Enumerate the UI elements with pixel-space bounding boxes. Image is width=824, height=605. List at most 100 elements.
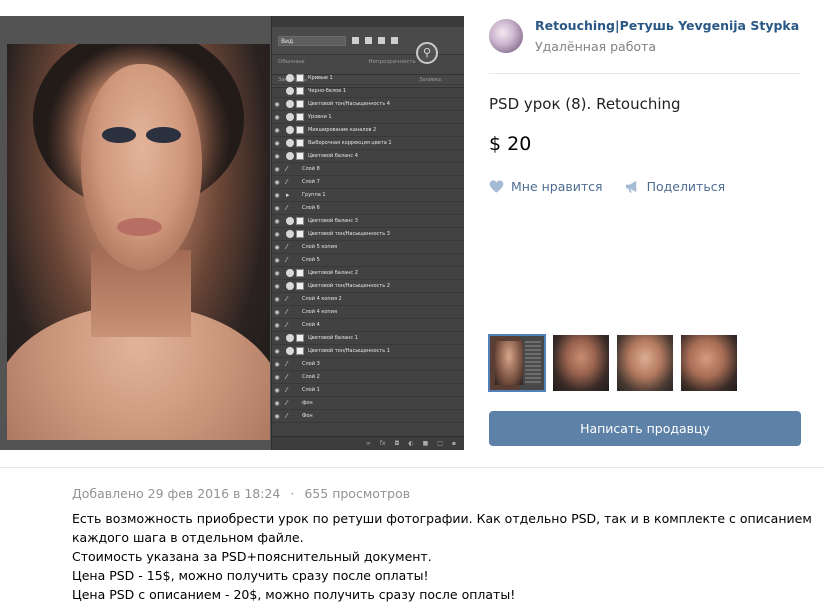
ps-layer-row: ◉ Цветовой баланс 1 — [272, 332, 464, 345]
visibility-eye-icon: ◉ — [274, 191, 280, 199]
ps-layer-name: Фон — [302, 413, 313, 419]
layer-mask-thumbnail — [296, 126, 304, 134]
photoshop-layers-panel: Вид Обычные Непрозрачность Закрепить: За… — [271, 16, 464, 450]
layer-mask-thumbnail — [296, 100, 304, 108]
folder-icon: ▸ — [286, 191, 290, 199]
ps-layer-name: Микширование каналов 2 — [308, 127, 377, 133]
visibility-eye-icon: ◉ — [274, 178, 280, 186]
visibility-eye-icon: ◉ — [274, 113, 280, 121]
ps-layer-name: Слой 4 — [302, 322, 320, 328]
share-label: Поделиться — [646, 179, 726, 194]
adjustment-layer-icon — [286, 217, 294, 225]
brush-icon: ⁄ — [286, 256, 288, 264]
ps-filter-icon — [365, 37, 372, 44]
share-button[interactable]: Поделиться — [625, 179, 726, 194]
ps-layer-name: Слой 7 — [302, 179, 320, 185]
ps-layer-row: ◉ ⁄ Слой 6 — [272, 202, 464, 215]
ps-layer-row: ◉ Цветовой баланс 2 — [272, 267, 464, 280]
ps-layer-name: Цветовой баланс 3 — [308, 218, 358, 224]
mask-icon: ◘ — [394, 440, 400, 447]
ps-layer-row: ◉ ⁄ Слой 5 — [272, 254, 464, 267]
layer-mask-thumbnail — [296, 282, 304, 290]
visibility-eye-icon: ◉ — [274, 204, 280, 212]
ps-layer-name: Цветовой баланс 1 — [308, 335, 358, 341]
adjustment-icon: ◐ — [408, 440, 414, 447]
ps-layer-name: Группа 1 — [302, 192, 326, 198]
layer-mask-thumbnail — [296, 87, 304, 95]
ps-layer-row: ◉ Цветовой тон/Насыщенность 2 — [272, 280, 464, 293]
ps-layer-row: ◉ ⁄ Слой 4 — [272, 319, 464, 332]
product-title: PSD урок (8). Retouching — [489, 95, 681, 113]
added-date: Добавлено 29 фев 2016 в 18:24 — [72, 486, 281, 501]
ps-layer-name: Слой 5 копия — [302, 244, 337, 250]
ps-layer-name: Цветовой тон/Насыщенность 2 — [308, 283, 390, 289]
seller-avatar[interactable] — [489, 19, 523, 53]
ps-layer-name: Цветовой тон/Насыщенность 4 — [308, 101, 390, 107]
adjustment-layer-icon — [286, 152, 294, 160]
ps-layer-name: Слой 6 — [302, 205, 320, 211]
thumbnail-portrait-3[interactable] — [681, 335, 737, 391]
ps-layer-name: Кривые 1 — [308, 75, 333, 81]
link-icon: ∞ — [365, 440, 371, 447]
ps-layer-row: ◉ ⁄ Слой 4 копия — [272, 306, 464, 319]
ps-opacity-label: Непрозрачность — [368, 59, 416, 65]
ps-layer-row: ◉ ▸ Группа 1 — [272, 189, 464, 202]
adjustment-layer-icon — [286, 126, 294, 134]
seller-name-link[interactable]: Retouching|Ретушь Yevgenija Stypka — [535, 18, 799, 33]
adjustment-layer-icon — [286, 139, 294, 147]
visibility-eye-icon: ◉ — [274, 256, 280, 264]
ps-layer-name: Слой 1 — [302, 387, 320, 393]
brush-icon: ⁄ — [286, 412, 288, 420]
ps-layer-name: Уровни 1 — [308, 114, 332, 120]
fx-icon: fx — [379, 440, 386, 447]
visibility-eye-icon: ◉ — [274, 334, 280, 342]
ps-layer-row: ◉ ⁄ Слой 7 — [272, 176, 464, 189]
ps-layer-row: ◉ Уровни 1 — [272, 111, 464, 124]
visibility-eye-icon: ◉ — [274, 321, 280, 329]
visibility-eye-icon: ◉ — [274, 412, 280, 420]
layer-mask-thumbnail — [296, 334, 304, 342]
meta-separator: · — [290, 486, 295, 501]
ps-kind-select: Вид — [278, 35, 346, 46]
layer-mask-thumbnail — [296, 74, 304, 82]
visibility-eye-icon: ◉ — [274, 269, 280, 277]
seller-subtitle: Удалённая работа — [535, 39, 656, 54]
brush-icon: ⁄ — [286, 308, 288, 316]
product-image-preview[interactable]: Вид Обычные Непрозрачность Закрепить: За… — [0, 0, 464, 463]
ps-filter-icon — [391, 37, 398, 44]
brush-icon: ⁄ — [286, 178, 288, 186]
adjustment-layer-icon — [286, 334, 294, 342]
brush-icon: ⁄ — [286, 373, 288, 381]
adjustment-layer-icon — [286, 230, 294, 238]
photo-eye — [101, 127, 136, 143]
zoom-icon[interactable]: ⚲ — [416, 42, 438, 64]
description-line: каждого шага в отдельном файле. — [72, 530, 304, 545]
divider — [0, 467, 824, 468]
thumbnail-portrait-1[interactable] — [553, 335, 609, 391]
thumbnail-layers — [525, 341, 541, 385]
visibility-eye-icon: ◉ — [274, 217, 280, 225]
like-button[interactable]: Мне нравится — [489, 179, 603, 194]
ps-filter-icon — [378, 37, 385, 44]
brush-icon: ⁄ — [286, 360, 288, 368]
thumbnail-portrait-2[interactable] — [617, 335, 673, 391]
write-seller-button[interactable]: Написать продавцу — [489, 411, 801, 446]
layer-mask-thumbnail — [296, 152, 304, 160]
ps-layer-name: Цветовой баланс 4 — [308, 153, 358, 159]
layer-mask-thumbnail — [296, 113, 304, 121]
product-actions: Мне нравится Поделиться — [489, 179, 725, 194]
description-line: Цена PSD - 15$, можно получить сразу пос… — [72, 568, 429, 583]
thumbnail-photoshop-screenshot[interactable] — [488, 334, 546, 392]
ps-layer-name: Слой 2 — [302, 374, 320, 380]
product-meta: Добавлено 29 фев 2016 в 18:24 · 655 прос… — [72, 486, 410, 501]
photo-lips — [117, 218, 163, 237]
description-line: Стоимость указана за PSD+пояснительный д… — [72, 549, 432, 564]
ps-layer-row: ◉ ⁄ Слой 3 — [272, 358, 464, 371]
ps-layer-row: ◉ Цветовой баланс 4 — [272, 150, 464, 163]
ps-layer-name: Слой 5 — [302, 257, 320, 263]
new-layer-icon: □ — [437, 440, 443, 447]
visibility-eye-icon: ◉ — [274, 399, 280, 407]
adjustment-layer-icon — [286, 282, 294, 290]
ps-panel-tabs — [272, 16, 464, 27]
product-price: $ 20 — [489, 133, 532, 155]
